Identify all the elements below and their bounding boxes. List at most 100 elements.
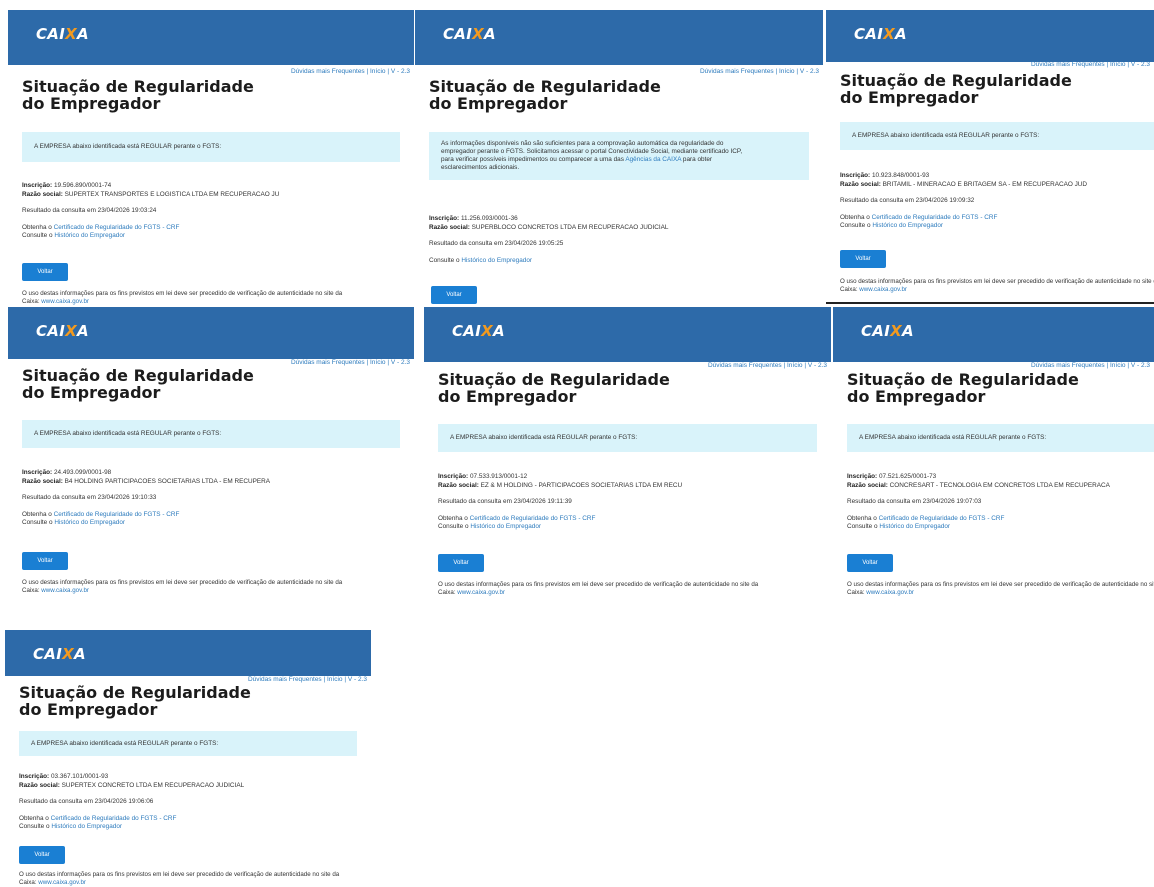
razao-label: Razão social: — [840, 180, 881, 188]
home-link[interactable]: Início — [787, 362, 804, 369]
voltar-button[interactable]: Voltar — [22, 263, 68, 281]
crf-link[interactable]: Certificado de Regularidade do FGTS - CR… — [54, 511, 180, 518]
inscricao-value: 11.256.093/0001-36 — [459, 215, 518, 222]
obtenha-text: Obtenha o — [847, 514, 879, 522]
faq-link[interactable]: Dúvidas mais Frequentes — [700, 68, 776, 75]
razao-row: Razão social: SUPERTEX CONCRETO LTDA EM … — [19, 782, 244, 791]
version-label[interactable]: V - 2.3 — [1131, 362, 1150, 369]
regular-message-text: A EMPRESA abaixo identificada está REGUL… — [852, 132, 1040, 139]
historico-link[interactable]: Histórico do Empregador — [879, 523, 950, 530]
footer-url-link[interactable]: www.caixa.gov.br — [41, 587, 89, 594]
historico-link[interactable]: Histórico do Empregador — [54, 519, 125, 526]
razao-row: Razão social: CONCRESART - TECNOLOGIA EM… — [847, 482, 1110, 491]
caixa-logo[interactable]: CAIXA — [443, 25, 496, 43]
logo-text-pre: CAI — [33, 645, 63, 663]
footer-note: O uso destas informações para os fins pr… — [22, 290, 342, 305]
crf-link[interactable]: Certificado de Regularidade do FGTS - CR… — [54, 224, 180, 231]
footer-url-link[interactable]: www.caixa.gov.br — [41, 298, 89, 305]
razao-row: Razão social: B4 HOLDING PARTICIPACOES S… — [22, 478, 270, 487]
home-link[interactable]: Início — [327, 676, 344, 683]
razao-value: SUPERTEX TRANSPORTES E LOGISTICA LTDA EM… — [62, 190, 280, 198]
collage-separator — [826, 302, 1154, 304]
voltar-button[interactable]: Voltar — [840, 250, 886, 268]
caixa-logo[interactable]: CAIXA — [854, 25, 907, 43]
footer-caixa: Caixa: — [19, 879, 39, 886]
voltar-button[interactable]: Voltar — [847, 554, 893, 572]
caixa-logo[interactable]: CAIXA — [861, 322, 914, 340]
razao-value: SUPERTEX CONCRETO LTDA EM RECUPERACAO JU… — [59, 781, 245, 789]
page-title: Situação de Regularidade do Empregador — [847, 370, 1079, 406]
version-label[interactable]: V - 2.3 — [391, 68, 410, 75]
caixa-logo[interactable]: CAIXA — [33, 645, 86, 663]
inscricao-row: Inscrição: 07.521.625/0001-73 — [847, 473, 1110, 482]
crf-link[interactable]: Certificado de Regularidade do FGTS - CR… — [879, 515, 1005, 522]
voltar-button[interactable]: Voltar — [431, 286, 477, 304]
resultado-row: Resultado da consulta em 23/04/2026 19:0… — [22, 207, 157, 214]
crf-link[interactable]: Certificado de Regularidade do FGTS - CR… — [470, 515, 596, 522]
footer-url-link[interactable]: www.caixa.gov.br — [457, 589, 505, 596]
caixa-logo[interactable]: CAIXA — [452, 322, 505, 340]
voltar-button[interactable]: Voltar — [438, 554, 484, 572]
logo-x: X — [472, 25, 484, 43]
caixa-logo[interactable]: CAIXA — [36, 322, 89, 340]
caixa-logo[interactable]: CAIXA — [36, 25, 89, 43]
regular-message-text: A EMPRESA abaixo identificada está REGUL… — [34, 430, 222, 437]
inscricao-label: Inscrição: — [22, 182, 53, 189]
faq-link[interactable]: Dúvidas mais Frequentes — [708, 362, 784, 369]
footer-url-link[interactable]: www.caixa.gov.br — [38, 879, 86, 886]
inscricao-label: Inscrição: — [840, 172, 871, 179]
footer-note: O uso destas informações para os fins pr… — [22, 579, 342, 595]
faq-link[interactable]: Dúvidas mais Frequentes — [291, 359, 367, 366]
page-title: Situação de Regularidade do Empregador — [22, 366, 254, 402]
version-label[interactable]: V - 2.3 — [348, 676, 367, 683]
crf-link[interactable]: Certificado de Regularidade do FGTS - CR… — [51, 815, 177, 822]
logo-text-pre: CAI — [36, 322, 66, 340]
footer-url-link[interactable]: www.caixa.gov.br — [866, 589, 914, 596]
razao-value: B4 HOLDING PARTICIPACOES SOCIETARIAS LTD… — [62, 477, 270, 485]
status-message: A EMPRESA abaixo identificada está REGUL… — [840, 122, 1154, 150]
razao-value: BRITAMIL - MINERACAO E BRITAGEM SA - EM … — [880, 180, 1088, 188]
faq-link[interactable]: Dúvidas mais Frequentes — [291, 68, 367, 75]
faq-link[interactable]: Dúvidas mais Frequentes — [248, 676, 324, 683]
razao-label: Razão social: — [847, 481, 888, 489]
footer-url-link[interactable]: www.caixa.gov.br — [859, 286, 907, 293]
regular-message-text: A EMPRESA abaixo identificada está REGUL… — [31, 739, 219, 747]
voltar-button[interactable]: Voltar — [19, 846, 65, 864]
historico-link[interactable]: Histórico do Empregador — [461, 257, 532, 264]
footer-caixa: Caixa: — [847, 589, 867, 596]
crf-link[interactable]: Certificado de Regularidade do FGTS - CR… — [872, 214, 998, 221]
faq-link[interactable]: Dúvidas mais Frequentes — [1031, 61, 1107, 68]
agencias-link[interactable]: Agências da CAIXA — [625, 156, 681, 163]
version-label[interactable]: V - 2.3 — [1131, 61, 1150, 68]
voltar-button[interactable]: Voltar — [22, 552, 68, 570]
home-link[interactable]: Início — [370, 359, 387, 366]
faq-link[interactable]: Dúvidas mais Frequentes — [1031, 362, 1107, 369]
logo-text-pre: CAI — [854, 25, 884, 43]
inscricao-value: 19.596.890/0001-74 — [52, 182, 112, 189]
logo-x: X — [883, 25, 895, 43]
logo-text-pre: CAI — [36, 25, 66, 43]
home-link[interactable]: Início — [1110, 362, 1127, 369]
version-label[interactable]: V - 2.3 — [391, 359, 410, 366]
page-title: Situação de Regularidade do Empregador — [22, 77, 254, 113]
historico-link[interactable]: Histórico do Empregador — [470, 523, 541, 530]
version-label[interactable]: V - 2.3 — [800, 68, 819, 75]
razao-row: Razão social: BRITAMIL - MINERACAO E BRI… — [840, 181, 1087, 190]
home-link[interactable]: Início — [779, 68, 796, 75]
historico-link[interactable]: Histórico do Empregador — [51, 823, 122, 830]
caixa-header: CAIXA — [8, 307, 414, 359]
panel-5: CAIXA Dúvidas mais Frequentes | Início | … — [424, 307, 831, 600]
razao-label: Razão social: — [22, 477, 63, 485]
home-link[interactable]: Início — [370, 68, 387, 75]
historico-link[interactable]: Histórico do Empregador — [54, 232, 125, 239]
historico-link[interactable]: Histórico do Empregador — [872, 222, 943, 229]
footer-text: O uso destas informações para os fins pr… — [22, 290, 343, 297]
logo-text-pre: CAI — [443, 25, 473, 43]
company-info: Inscrição: 19.596.890/0001-74 Razão socia… — [22, 182, 279, 241]
home-link[interactable]: Início — [1110, 61, 1127, 68]
top-links: Dúvidas mais Frequentes | Início | V - 2… — [291, 359, 410, 366]
version-label[interactable]: V - 2.3 — [808, 362, 827, 369]
